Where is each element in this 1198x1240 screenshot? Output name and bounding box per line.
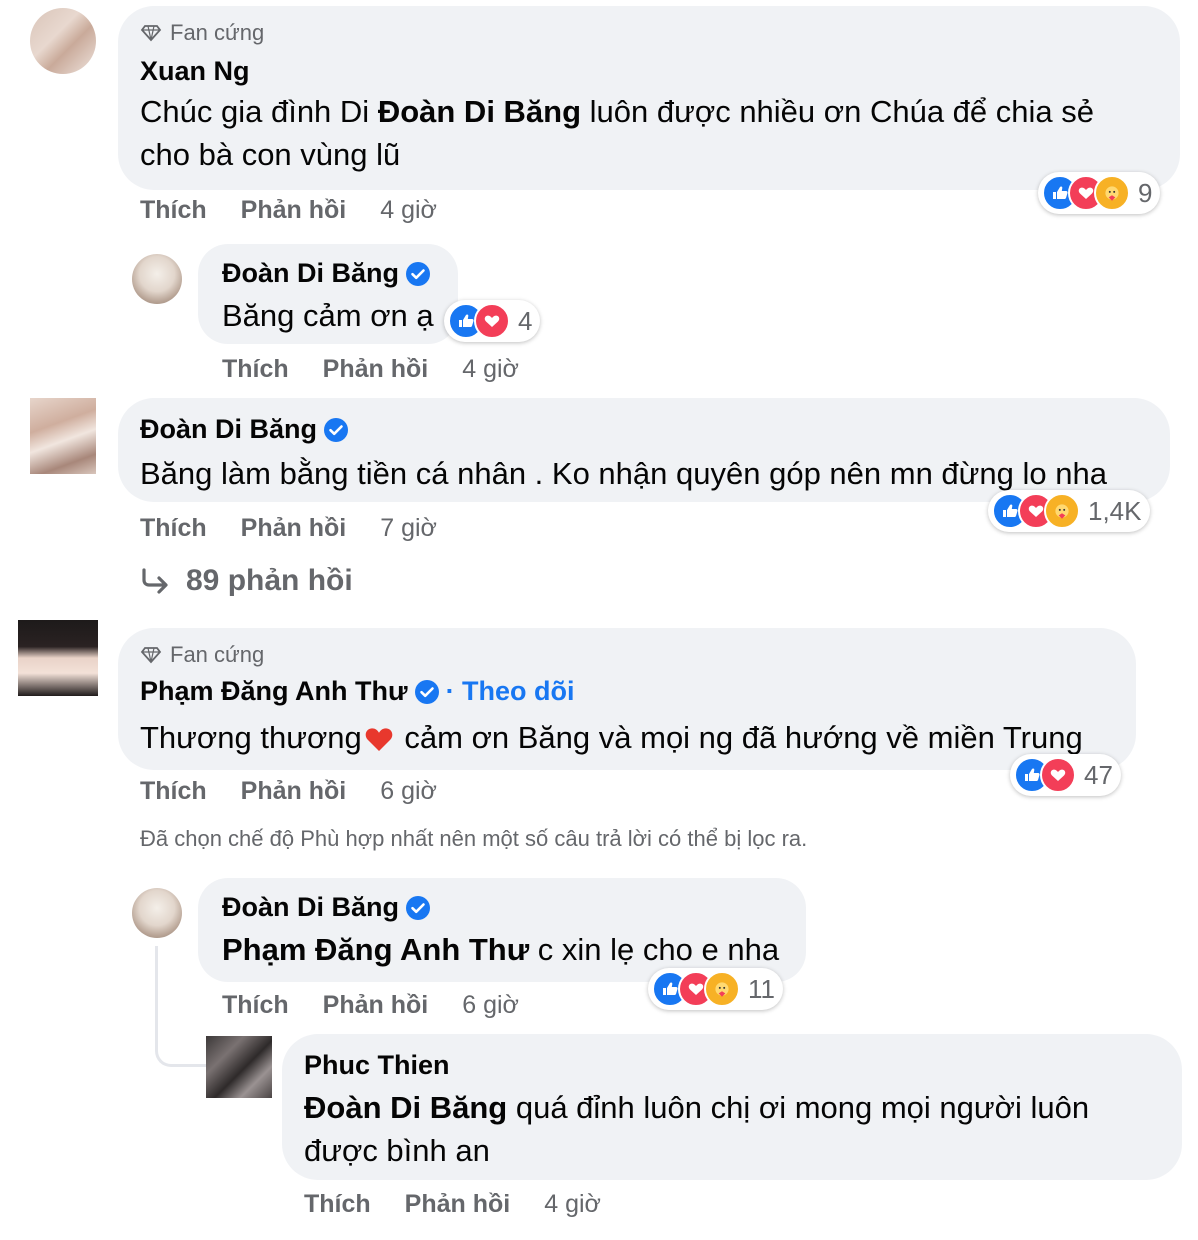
- reply-button[interactable]: Phản hồi: [241, 196, 347, 225]
- comment-text: Chúc gia đình Di Đoàn Di Băng luôn được …: [140, 94, 1094, 172]
- diamond-icon: [141, 25, 161, 41]
- like-button[interactable]: Thích: [304, 1190, 371, 1219]
- reply-arrow-icon: [142, 568, 168, 594]
- timestamp[interactable]: 4 giờ: [462, 355, 519, 384]
- author-name[interactable]: Đoàn Di Băng: [222, 892, 432, 923]
- reaction-count: 47: [1084, 759, 1113, 790]
- reaction-summary[interactable]: 11: [648, 968, 783, 1010]
- timestamp[interactable]: 6 giờ: [462, 991, 519, 1020]
- view-more-replies-button[interactable]: 89 phản hồi: [140, 564, 353, 598]
- like-button[interactable]: Thích: [140, 196, 207, 225]
- comment-actions: Thích Phản hồi 7 giờ: [140, 514, 437, 543]
- comment-text: Phạm Đăng Anh Thư c xin lẹ cho e nha: [222, 932, 780, 967]
- author-name[interactable]: Phuc Thien: [304, 1050, 450, 1081]
- filter-note: Đã chọn chế độ Phù hợp nhất nên một số c…: [140, 826, 808, 851]
- comment-text: Băng làm bằng tiền cá nhân . Ko nhận quy…: [140, 456, 1107, 491]
- author-name[interactable]: Đoàn Di Băng: [222, 258, 432, 289]
- love-reaction-icon: [1040, 757, 1076, 793]
- badge-label: Fan cứng: [170, 20, 265, 45]
- comment-text: Thương thương cảm ơn Băng và mọi ng đã h…: [140, 720, 1083, 755]
- avatar[interactable]: [18, 620, 98, 696]
- care-reaction-icon: [1044, 493, 1080, 529]
- fan-badge: Fan cứng: [140, 20, 264, 46]
- reply-button[interactable]: Phản hồi: [405, 1190, 511, 1219]
- mention-link[interactable]: Đoàn Di Băng: [304, 1090, 507, 1125]
- author-name[interactable]: Phạm Đăng Anh Thư · Theo dõi: [140, 676, 575, 707]
- comment-actions: Thích Phản hồi 6 giờ: [222, 991, 519, 1020]
- love-reaction-icon: [474, 303, 510, 339]
- reaction-count: 4: [518, 305, 533, 336]
- timestamp[interactable]: 4 giờ: [544, 1190, 601, 1219]
- like-button[interactable]: Thích: [140, 514, 207, 543]
- like-button[interactable]: Thích: [222, 355, 289, 384]
- mention-link[interactable]: Đoàn Di Băng: [378, 94, 581, 129]
- care-reaction-icon: [1094, 175, 1130, 211]
- timestamp[interactable]: 4 giờ: [380, 196, 437, 225]
- verified-badge-icon: [323, 416, 350, 443]
- comment-actions: Thích Phản hồi 6 giờ: [140, 777, 437, 806]
- reply-button[interactable]: Phản hồi: [323, 355, 429, 384]
- avatar[interactable]: [206, 1036, 272, 1098]
- author-name[interactable]: Đoàn Di Băng: [140, 414, 350, 445]
- fan-badge: Fan cứng: [140, 642, 264, 668]
- diamond-icon: [141, 647, 161, 663]
- red-heart-icon: [365, 728, 393, 751]
- verified-badge-icon: [413, 678, 440, 705]
- follow-button[interactable]: · Theo dõi: [446, 676, 575, 707]
- reaction-summary[interactable]: 1,4K: [988, 490, 1150, 532]
- reply-button[interactable]: Phản hồi: [241, 777, 347, 806]
- author-name[interactable]: Xuan Ng: [140, 56, 250, 87]
- avatar[interactable]: [30, 398, 96, 474]
- reply-button[interactable]: Phản hồi: [241, 514, 347, 543]
- like-button[interactable]: Thích: [222, 991, 289, 1020]
- avatar[interactable]: [132, 888, 182, 938]
- comment-actions: Thích Phản hồi 4 giờ: [304, 1190, 601, 1219]
- comment-text: Đoàn Di Băng quá đỉnh luôn chị ơi mong m…: [304, 1090, 1090, 1168]
- reaction-summary[interactable]: 47: [1010, 754, 1121, 796]
- reaction-count: 1,4K: [1088, 495, 1142, 526]
- comment-actions: Thích Phản hồi 4 giờ: [140, 196, 437, 225]
- timestamp[interactable]: 7 giờ: [380, 514, 437, 543]
- care-reaction-icon: [704, 971, 740, 1007]
- badge-label: Fan cứng: [170, 642, 265, 667]
- verified-badge-icon: [405, 260, 432, 287]
- reaction-count: 11: [748, 973, 775, 1004]
- mention-link[interactable]: Phạm Đăng Anh Thư: [222, 932, 529, 967]
- avatar[interactable]: [30, 8, 96, 74]
- reply-button[interactable]: Phản hồi: [323, 991, 429, 1020]
- avatar[interactable]: [132, 254, 182, 304]
- reaction-summary[interactable]: 4: [444, 300, 541, 342]
- comment-actions: Thích Phản hồi 4 giờ: [222, 355, 519, 384]
- comment-text: Băng cảm ơn ạ: [222, 298, 434, 333]
- verified-badge-icon: [405, 894, 432, 921]
- like-button[interactable]: Thích: [140, 777, 207, 806]
- reaction-count: 9: [1138, 177, 1153, 208]
- timestamp[interactable]: 6 giờ: [380, 777, 437, 806]
- reaction-summary[interactable]: 9: [1038, 172, 1161, 214]
